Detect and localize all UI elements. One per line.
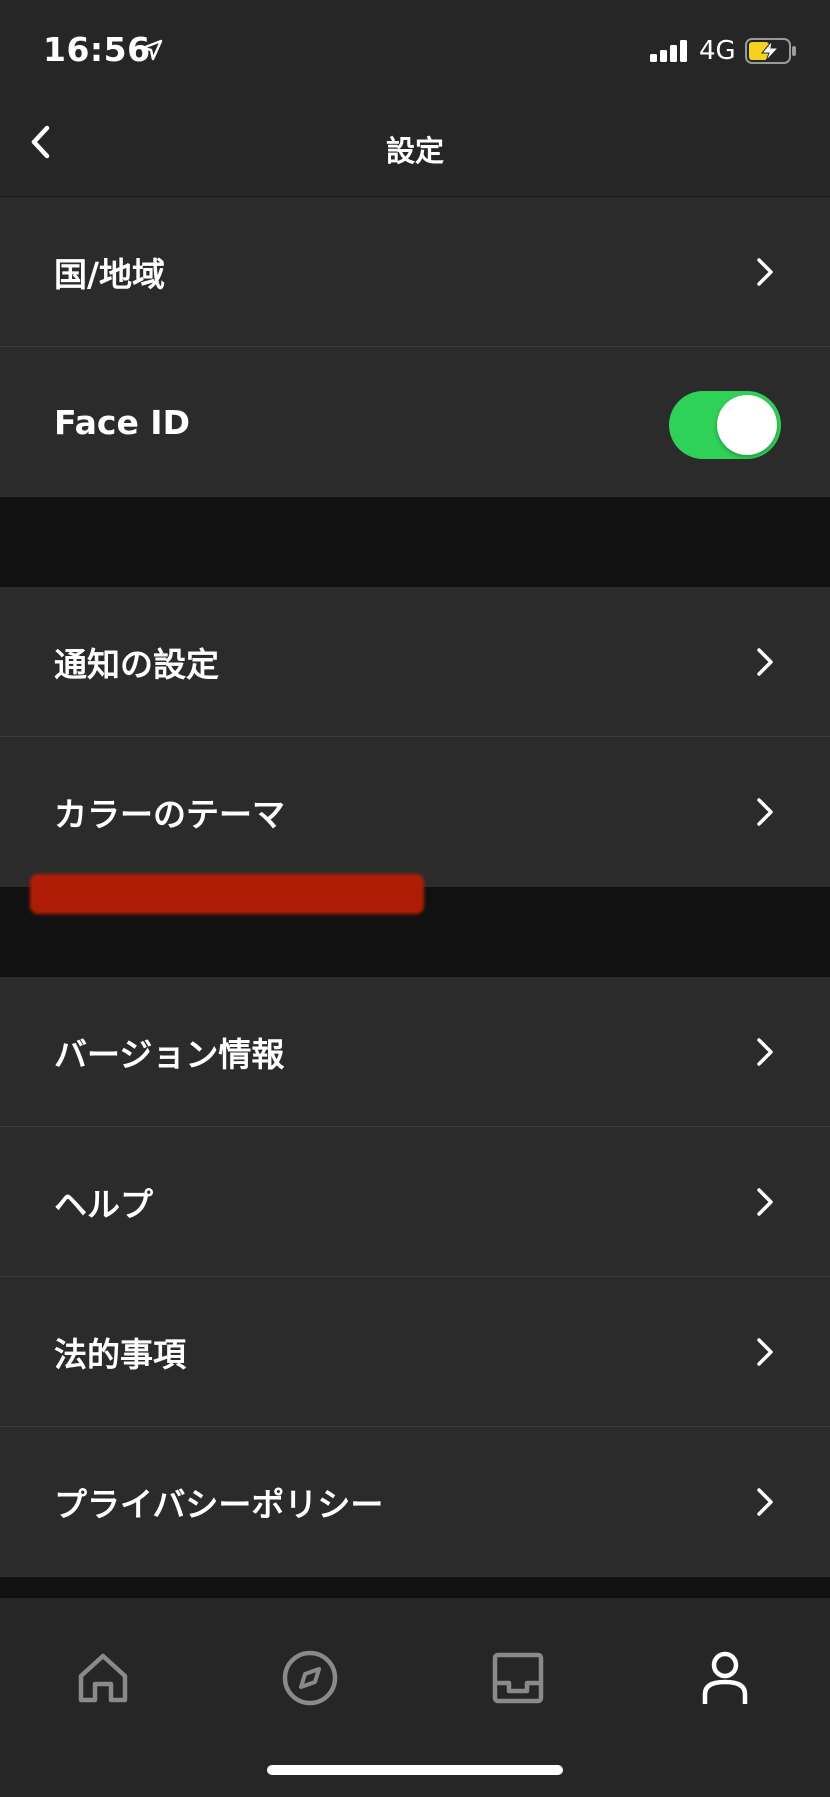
row-label-color-theme: カラーのテーマ xyxy=(54,795,285,834)
profile-icon xyxy=(702,1651,748,1704)
row-label-face-id: Face ID xyxy=(54,402,190,442)
battery-charging-icon xyxy=(745,38,797,68)
row-privacy-policy[interactable]: プライバシーポリシー xyxy=(0,1427,830,1577)
settings-group-2: 通知の設定 カラーのテーマ xyxy=(0,587,830,887)
tab-home[interactable] xyxy=(63,1638,143,1718)
face-id-toggle[interactable] xyxy=(669,391,781,459)
tab-explore[interactable] xyxy=(270,1638,350,1718)
chevron-right-icon xyxy=(757,798,773,826)
chevron-right-icon xyxy=(757,1038,773,1066)
location-arrow-icon xyxy=(141,39,163,65)
row-color-theme[interactable]: カラーのテーマ xyxy=(0,737,830,887)
tab-inbox[interactable] xyxy=(478,1638,558,1718)
row-region[interactable]: 国/地域 xyxy=(0,197,830,347)
row-label-legal: 法的事項 xyxy=(54,1334,186,1374)
row-notifications[interactable]: 通知の設定 xyxy=(0,587,830,737)
home-indicator[interactable] xyxy=(267,1765,563,1775)
row-legal[interactable]: 法的事項 xyxy=(0,1277,830,1427)
inbox-icon xyxy=(492,1652,544,1704)
tab-profile[interactable] xyxy=(685,1638,765,1718)
settings-group-3: バージョン情報 ヘルプ 法的事項 プライバシーポリシー xyxy=(0,977,830,1577)
chevron-right-icon xyxy=(757,1338,773,1366)
page-title: 設定 xyxy=(385,134,444,168)
chevron-right-icon xyxy=(757,648,773,676)
compass-icon xyxy=(282,1650,338,1706)
redaction-mark xyxy=(30,874,424,914)
row-label-notifications: 通知の設定 xyxy=(54,644,219,684)
status-time: 16:56 xyxy=(43,30,151,69)
home-icon xyxy=(78,1653,128,1703)
settings-group-1: 国/地域 Face ID xyxy=(0,197,830,497)
row-label-privacy-policy: プライバシーポリシー xyxy=(54,1485,384,1524)
row-help[interactable]: ヘルプ xyxy=(0,1127,830,1277)
chevron-right-icon xyxy=(757,258,773,286)
row-version[interactable]: バージョン情報 xyxy=(0,977,830,1127)
row-label-region: 国/地域 xyxy=(54,254,166,294)
network-type: 4G xyxy=(699,36,736,66)
row-label-version: バージョン情報 xyxy=(54,1034,285,1074)
toggle-knob xyxy=(717,395,777,455)
row-face-id: Face ID xyxy=(0,347,830,497)
header-area: 16:56 4G 設定 xyxy=(0,0,830,197)
chevron-right-icon xyxy=(757,1488,773,1516)
signal-icon xyxy=(650,40,690,62)
row-label-help: ヘルプ xyxy=(54,1184,153,1224)
chevron-right-icon xyxy=(757,1188,773,1216)
